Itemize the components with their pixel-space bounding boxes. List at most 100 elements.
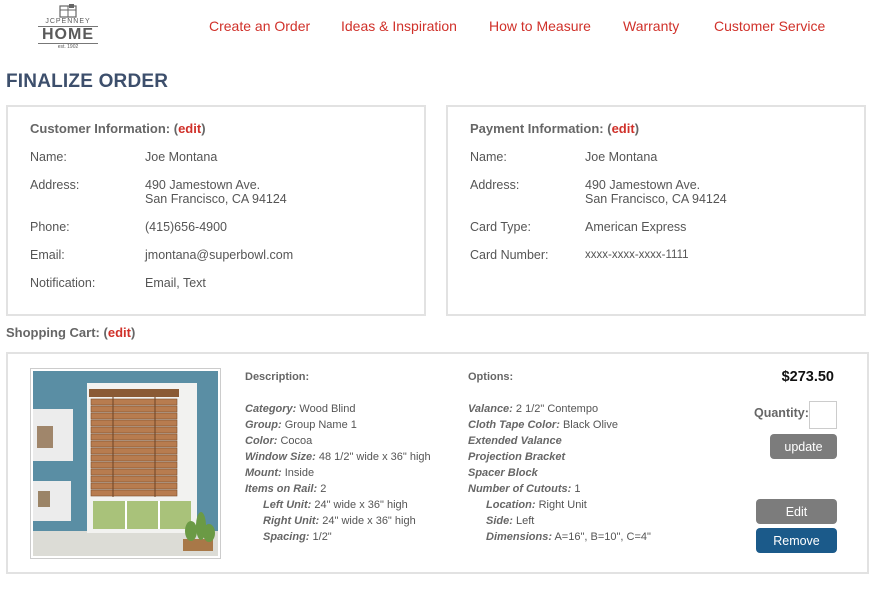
- opt-valance: Valance: 2 1/2" Contempo: [468, 401, 651, 417]
- desc-category-value: Wood Blind: [299, 403, 356, 415]
- cart-edit-link[interactable]: edit: [108, 325, 131, 340]
- desc-mount-key: Mount:: [245, 467, 282, 479]
- shopping-cart-label: Shopping Cart:: [6, 325, 100, 340]
- desc-spacing: Spacing: 1/2": [245, 529, 431, 545]
- nav-create-order[interactable]: Create an Order: [209, 18, 310, 34]
- customer-email: jmontana@superbowl.com: [145, 248, 294, 262]
- desc-right-unit: Right Unit: 24" wide x 36" high: [245, 513, 431, 529]
- opt-location-value: Right Unit: [538, 499, 587, 511]
- nav-how-to-measure[interactable]: How to Measure: [489, 18, 591, 34]
- desc-category: Category: Wood Blind: [245, 401, 431, 417]
- desc-color: Color: Cocoa: [245, 433, 431, 449]
- edit-item-button[interactable]: Edit: [756, 499, 837, 524]
- opt-extended-key: Extended Valance: [468, 435, 562, 447]
- customer-phone: (415)656-4900: [145, 220, 228, 234]
- customer-name-label: Name:: [30, 150, 67, 164]
- desc-window-value: 48 1/2" wide x 36" high: [318, 451, 431, 463]
- opt-extended-valance: Extended Valance: [468, 433, 651, 449]
- opt-projection-bracket: Projection Bracket: [468, 449, 651, 465]
- opt-dimensions: Dimensions: A=16", B=10", C=4": [468, 529, 651, 545]
- opt-cutouts: Number of Cutouts: 1: [468, 481, 651, 497]
- payment-info-label: Payment Information:: [470, 121, 604, 136]
- opt-tape-key: Cloth Tape Color:: [468, 419, 560, 431]
- desc-left-unit: Left Unit: 24" wide x 36" high: [245, 497, 431, 513]
- desc-window-key: Window Size:: [245, 451, 316, 463]
- desc-mount-value: Inside: [284, 467, 315, 479]
- desc-spacing-key: Spacing:: [263, 531, 310, 543]
- customer-address-line2: San Francisco, CA 94124: [145, 192, 287, 206]
- page-title: FINALIZE ORDER: [6, 71, 169, 92]
- customer-address-label: Address:: [30, 178, 80, 192]
- card-number: xxxx-xxxx-xxxx-1111: [585, 249, 689, 261]
- quantity-input[interactable]: [809, 401, 837, 429]
- desc-spacing-value: 1/2": [312, 531, 332, 543]
- customer-email-label: Email:: [30, 248, 65, 262]
- nav-warranty[interactable]: Warranty: [623, 18, 679, 34]
- description-details: Category: Wood Blind Group: Group Name 1…: [245, 401, 431, 545]
- opt-tape-color: Cloth Tape Color: Black Olive: [468, 417, 651, 433]
- opt-valance-key: Valance:: [468, 403, 513, 415]
- opt-cutouts-key: Number of Cutouts:: [468, 483, 572, 495]
- desc-items-value: 2: [320, 483, 327, 495]
- nav-customer-service[interactable]: Customer Service: [714, 18, 825, 34]
- opt-side: Side: Left: [468, 513, 651, 529]
- payment-info-panel: Payment Information: (edit) Name: Joe Mo…: [446, 105, 866, 316]
- product-image: [30, 368, 221, 559]
- card-type: American Express: [585, 220, 687, 234]
- description-heading: Description:: [245, 371, 310, 383]
- wood-blind-illustration: [33, 371, 218, 556]
- card-number-label: Card Number:: [470, 248, 549, 262]
- opt-side-key: Side:: [486, 515, 513, 527]
- desc-color-key: Color:: [245, 435, 278, 447]
- desc-left-value: 24" wide x 36" high: [314, 499, 408, 511]
- nav-ideas-inspiration[interactable]: Ideas & Inspiration: [341, 18, 457, 34]
- opt-location-key: Location:: [486, 499, 536, 511]
- opt-side-value: Left: [515, 515, 535, 527]
- desc-group: Group: Group Name 1: [245, 417, 431, 433]
- customer-info-title: Customer Information: (edit): [30, 121, 206, 136]
- options-details: Valance: 2 1/2" Contempo Cloth Tape Colo…: [468, 401, 651, 545]
- logo-line3: est. 1902: [57, 44, 79, 50]
- desc-right-value: 24" wide x 36" high: [322, 515, 416, 527]
- customer-notification: Email, Text: [145, 276, 206, 290]
- opt-projection-key: Projection Bracket: [468, 451, 566, 463]
- opt-cutouts-value: 1: [574, 483, 581, 495]
- logo-line1: JCPENNEY: [45, 18, 91, 25]
- desc-window-size: Window Size: 48 1/2" wide x 36" high: [245, 449, 431, 465]
- opt-location: Location: Right Unit: [468, 497, 651, 513]
- payment-address-line1: 490 Jamestown Ave.: [585, 178, 701, 192]
- remove-item-button[interactable]: Remove: [756, 528, 837, 553]
- desc-items-on-rail: Items on Rail: 2: [245, 481, 431, 497]
- customer-info-panel: Customer Information: (edit) Name: Joe M…: [6, 105, 426, 316]
- desc-left-key: Left Unit:: [263, 499, 312, 511]
- payment-name: Joe Montana: [585, 150, 658, 164]
- payment-address-line2: San Francisco, CA 94124: [585, 192, 727, 206]
- customer-phone-label: Phone:: [30, 220, 70, 234]
- desc-group-value: Group Name 1: [284, 419, 357, 431]
- card-type-label: Card Type:: [470, 220, 531, 234]
- opt-valance-value: 2 1/2" Contempo: [515, 403, 599, 415]
- logo-line2: HOME: [38, 26, 98, 44]
- quantity-label: Quantity:: [754, 406, 809, 420]
- item-price: $273.50: [781, 369, 834, 385]
- desc-group-key: Group:: [245, 419, 282, 431]
- opt-dims-value: A=16", B=10", C=4": [554, 531, 651, 543]
- desc-category-key: Category:: [245, 403, 297, 415]
- desc-items-key: Items on Rail:: [245, 483, 318, 495]
- desc-right-key: Right Unit:: [263, 515, 320, 527]
- opt-spacer-block: Spacer Block: [468, 465, 651, 481]
- payment-name-label: Name:: [470, 150, 507, 164]
- options-heading: Options:: [468, 371, 514, 383]
- payment-edit-link[interactable]: edit: [612, 121, 635, 136]
- opt-tape-value: Black Olive: [562, 419, 618, 431]
- desc-color-value: Cocoa: [280, 435, 313, 447]
- customer-info-label: Customer Information:: [30, 121, 171, 136]
- customer-edit-link[interactable]: edit: [178, 121, 201, 136]
- shopping-cart-title: Shopping Cart: (edit): [6, 325, 136, 340]
- opt-spacer-key: Spacer Block: [468, 467, 538, 479]
- customer-name: Joe Montana: [145, 150, 218, 164]
- desc-mount: Mount: Inside: [245, 465, 431, 481]
- payment-info-title: Payment Information: (edit): [470, 121, 640, 136]
- jcpenney-home-logo[interactable]: JCPENNEY HOME est. 1902: [38, 4, 98, 54]
- update-button[interactable]: update: [770, 434, 837, 459]
